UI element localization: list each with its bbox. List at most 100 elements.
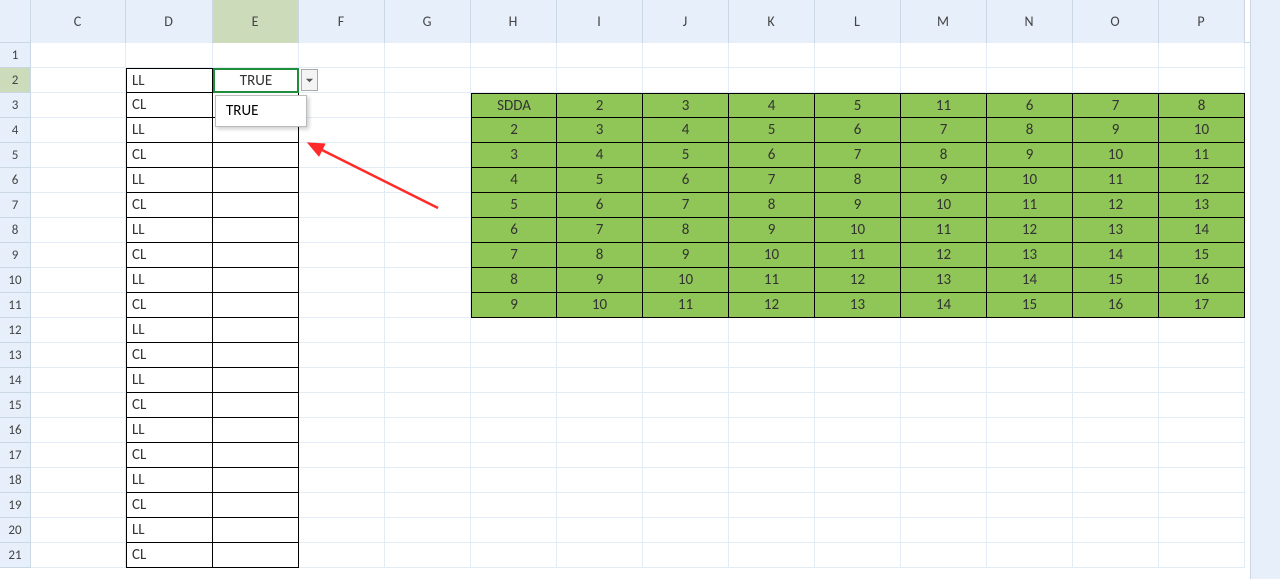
cell-J15[interactable]	[643, 393, 729, 418]
cell-M14[interactable]	[901, 368, 987, 393]
cell-P12[interactable]	[1159, 318, 1245, 343]
cell-N20[interactable]	[987, 518, 1073, 543]
cell-L14[interactable]	[815, 368, 901, 393]
row-header-3[interactable]: 3	[0, 93, 31, 118]
cell-M11[interactable]: 14	[901, 293, 987, 318]
cell-F8[interactable]	[299, 218, 385, 243]
cell-P3[interactable]: 8	[1159, 93, 1245, 118]
col-header-L[interactable]: L	[815, 0, 901, 43]
cell-N15[interactable]	[987, 393, 1073, 418]
cell-D17[interactable]: CL	[126, 443, 213, 468]
cell-O4[interactable]: 9	[1073, 118, 1159, 143]
cell-D11[interactable]: CL	[126, 293, 213, 318]
cell-D3[interactable]: CL	[126, 93, 213, 118]
cell-G3[interactable]	[385, 93, 471, 118]
cell-N13[interactable]	[987, 343, 1073, 368]
cell-L1[interactable]	[815, 43, 901, 68]
cell-K3[interactable]: 4	[729, 93, 815, 118]
cell-P2[interactable]	[1159, 68, 1245, 93]
cell-P16[interactable]	[1159, 418, 1245, 443]
cell-N5[interactable]: 9	[987, 143, 1073, 168]
cell-P4[interactable]: 10	[1159, 118, 1245, 143]
cell-E13[interactable]	[213, 343, 299, 368]
cell-E1[interactable]	[213, 43, 299, 68]
col-header-I[interactable]: I	[557, 0, 643, 43]
cell-F17[interactable]	[299, 443, 385, 468]
row-header-8[interactable]: 8	[0, 218, 31, 243]
cell-E17[interactable]	[213, 443, 299, 468]
cell-L21[interactable]	[815, 543, 901, 568]
cell-C5[interactable]	[31, 143, 126, 168]
cell-L20[interactable]	[815, 518, 901, 543]
cell-F18[interactable]	[299, 468, 385, 493]
cell-I13[interactable]	[557, 343, 643, 368]
cell-N10[interactable]: 14	[987, 268, 1073, 293]
cell-I5[interactable]: 4	[557, 143, 643, 168]
col-header-F[interactable]: F	[299, 0, 385, 43]
cell-L11[interactable]: 13	[815, 293, 901, 318]
col-header-J[interactable]: J	[643, 0, 729, 43]
row-header-10[interactable]: 10	[0, 268, 31, 293]
col-header-P[interactable]: P	[1159, 0, 1245, 43]
cell-P14[interactable]	[1159, 368, 1245, 393]
cell-C8[interactable]	[31, 218, 126, 243]
cell-H10[interactable]: 8	[471, 268, 557, 293]
cell-D21[interactable]: CL	[126, 543, 213, 568]
cell-N7[interactable]: 11	[987, 193, 1073, 218]
cell-E7[interactable]	[213, 193, 299, 218]
cell-L18[interactable]	[815, 468, 901, 493]
cell-H2[interactable]	[471, 68, 557, 93]
col-header-M[interactable]: M	[901, 0, 987, 43]
cell-E5[interactable]	[213, 143, 299, 168]
cell-H21[interactable]	[471, 543, 557, 568]
cell-M7[interactable]: 10	[901, 193, 987, 218]
cell-L7[interactable]: 9	[815, 193, 901, 218]
cell-F1[interactable]	[299, 43, 385, 68]
cell-D19[interactable]: CL	[126, 493, 213, 518]
cell-P19[interactable]	[1159, 493, 1245, 518]
cell-H16[interactable]	[471, 418, 557, 443]
cell-L2[interactable]	[815, 68, 901, 93]
cell-I2[interactable]	[557, 68, 643, 93]
cell-G17[interactable]	[385, 443, 471, 468]
cell-N14[interactable]	[987, 368, 1073, 393]
cell-K9[interactable]: 10	[729, 243, 815, 268]
cell-G6[interactable]	[385, 168, 471, 193]
cell-N11[interactable]: 15	[987, 293, 1073, 318]
cell-C4[interactable]	[31, 118, 126, 143]
cell-M5[interactable]: 8	[901, 143, 987, 168]
cell-P18[interactable]	[1159, 468, 1245, 493]
cell-M6[interactable]: 9	[901, 168, 987, 193]
cell-K15[interactable]	[729, 393, 815, 418]
cell-H20[interactable]	[471, 518, 557, 543]
cell-P1[interactable]	[1159, 43, 1245, 68]
cell-G12[interactable]	[385, 318, 471, 343]
cell-O21[interactable]	[1073, 543, 1159, 568]
cell-L9[interactable]: 11	[815, 243, 901, 268]
cell-I17[interactable]	[557, 443, 643, 468]
cell-E8[interactable]	[213, 218, 299, 243]
cell-C9[interactable]	[31, 243, 126, 268]
cell-O7[interactable]: 12	[1073, 193, 1159, 218]
cell-P7[interactable]: 13	[1159, 193, 1245, 218]
cell-G20[interactable]	[385, 518, 471, 543]
cell-O8[interactable]: 13	[1073, 218, 1159, 243]
cell-I15[interactable]	[557, 393, 643, 418]
cell-I20[interactable]	[557, 518, 643, 543]
row-header-20[interactable]: 20	[0, 518, 31, 543]
cell-J14[interactable]	[643, 368, 729, 393]
row-header-18[interactable]: 18	[0, 468, 31, 493]
col-header-O[interactable]: O	[1073, 0, 1159, 43]
cell-L8[interactable]: 10	[815, 218, 901, 243]
cell-J3[interactable]: 3	[643, 93, 729, 118]
cell-K13[interactable]	[729, 343, 815, 368]
cell-K14[interactable]	[729, 368, 815, 393]
cell-F12[interactable]	[299, 318, 385, 343]
cell-I10[interactable]: 9	[557, 268, 643, 293]
cell-F5[interactable]	[299, 143, 385, 168]
cell-N16[interactable]	[987, 418, 1073, 443]
cell-D16[interactable]: LL	[126, 418, 213, 443]
cell-C18[interactable]	[31, 468, 126, 493]
cell-H18[interactable]	[471, 468, 557, 493]
cell-E19[interactable]	[213, 493, 299, 518]
